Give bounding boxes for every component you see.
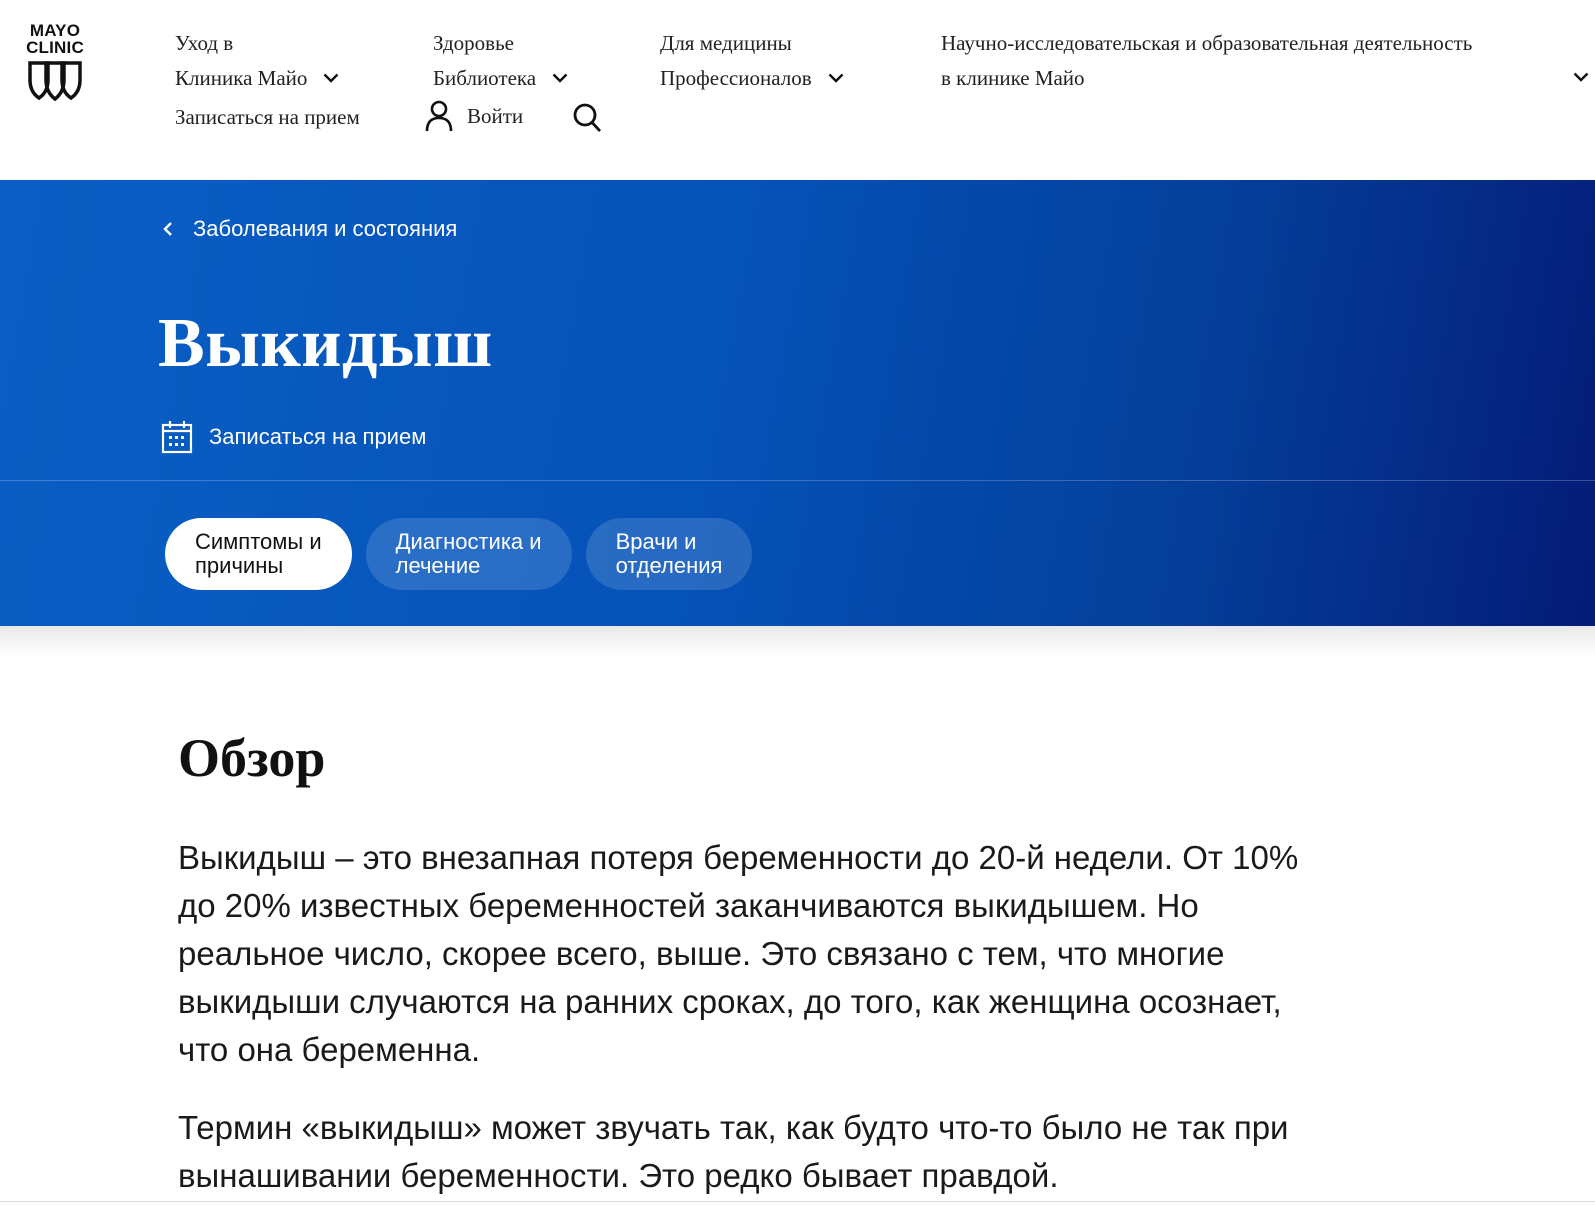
page-title: Выкидыш [158,305,493,382]
nav-research-line1: Научно-исследовательская и образовательн… [941,31,1473,55]
site-header: MAYO CLINIC Уход в Клиника Майо Здоровье… [0,0,1595,180]
breadcrumb[interactable]: Заболевания и состояния [163,216,457,242]
nav-care[interactable]: Уход в Клиника Майо [175,26,339,96]
tab-diagnosis-treatment[interactable]: Диагностика и лечение [365,518,572,590]
tab-doctors-departments[interactable]: Врачи и отделения [585,518,753,590]
appointment-button[interactable]: Записаться на прием [161,420,426,454]
section-heading: Обзор [178,728,326,788]
nav-health-line2: Библиотека [433,66,537,90]
tab-label-line2: лечение [395,553,481,578]
tab-label-line1: Симптомы и [195,529,322,554]
login-label: Войти [467,103,524,128]
hero-shadow [0,626,1595,656]
tab-symptoms-causes[interactable]: Симптомы и причины [165,518,352,590]
user-icon [425,100,453,132]
nav-appointment-link[interactable]: Записаться на прием [175,102,360,132]
tab-label-line1: Врачи и [615,529,697,554]
nav-health-library[interactable]: Здоровье Библиотека [433,26,568,96]
logo-wordmark-line2: CLINIC [26,38,84,57]
tab-label-line2: причины [195,553,284,578]
chevron-down-icon[interactable] [1573,72,1589,82]
nav-research-line2: в клинике Майо [941,66,1085,90]
overview-paragraph: Термин «выкидыш» может звучать так, как … [178,1109,1289,1194]
nav-health-line1: Здоровье [433,31,514,55]
chevron-down-icon [828,73,843,83]
chevron-left-icon [163,222,172,236]
mayo-shield-icon [28,61,82,102]
appointment-label: Записаться на прием [209,424,427,449]
logo-wordmark-line1: MAYO [29,21,81,40]
chevron-down-icon [324,73,339,83]
overview-paragraph: Выкидыш – это внезапная потеря беременно… [178,839,1299,1068]
breadcrumb-label: Заболевания и состояния [193,216,458,241]
nav-pros-line2: Профессионалов [660,66,812,90]
nav-pros-line1: Для медицины [660,31,792,55]
chevron-down-icon [552,73,568,83]
hero-divider [0,480,1595,481]
nav-care-line2: Клиника Майо [175,66,308,90]
search-button[interactable] [573,103,603,140]
search-icon [573,103,602,132]
tab-label-line2: отделения [615,553,723,578]
nav-care-line1: Уход в [175,31,234,55]
tab-label-line1: Диагностика и [395,529,542,554]
calendar-icon [161,421,193,454]
login-button[interactable]: Войти [425,100,523,132]
hero-banner: Заболевания и состояния Выкидыш Записать… [0,180,1595,626]
nav-research[interactable]: Научно-исследовательская и образовательн… [941,26,1472,96]
section-tabs: Симптомы и причины Диагностика и лечение… [165,518,753,590]
nav-professionals[interactable]: Для медицины Профессионалов [660,26,844,96]
divider [0,1201,1595,1202]
mayo-clinic-logo[interactable]: MAYO CLINIC [18,22,92,102]
